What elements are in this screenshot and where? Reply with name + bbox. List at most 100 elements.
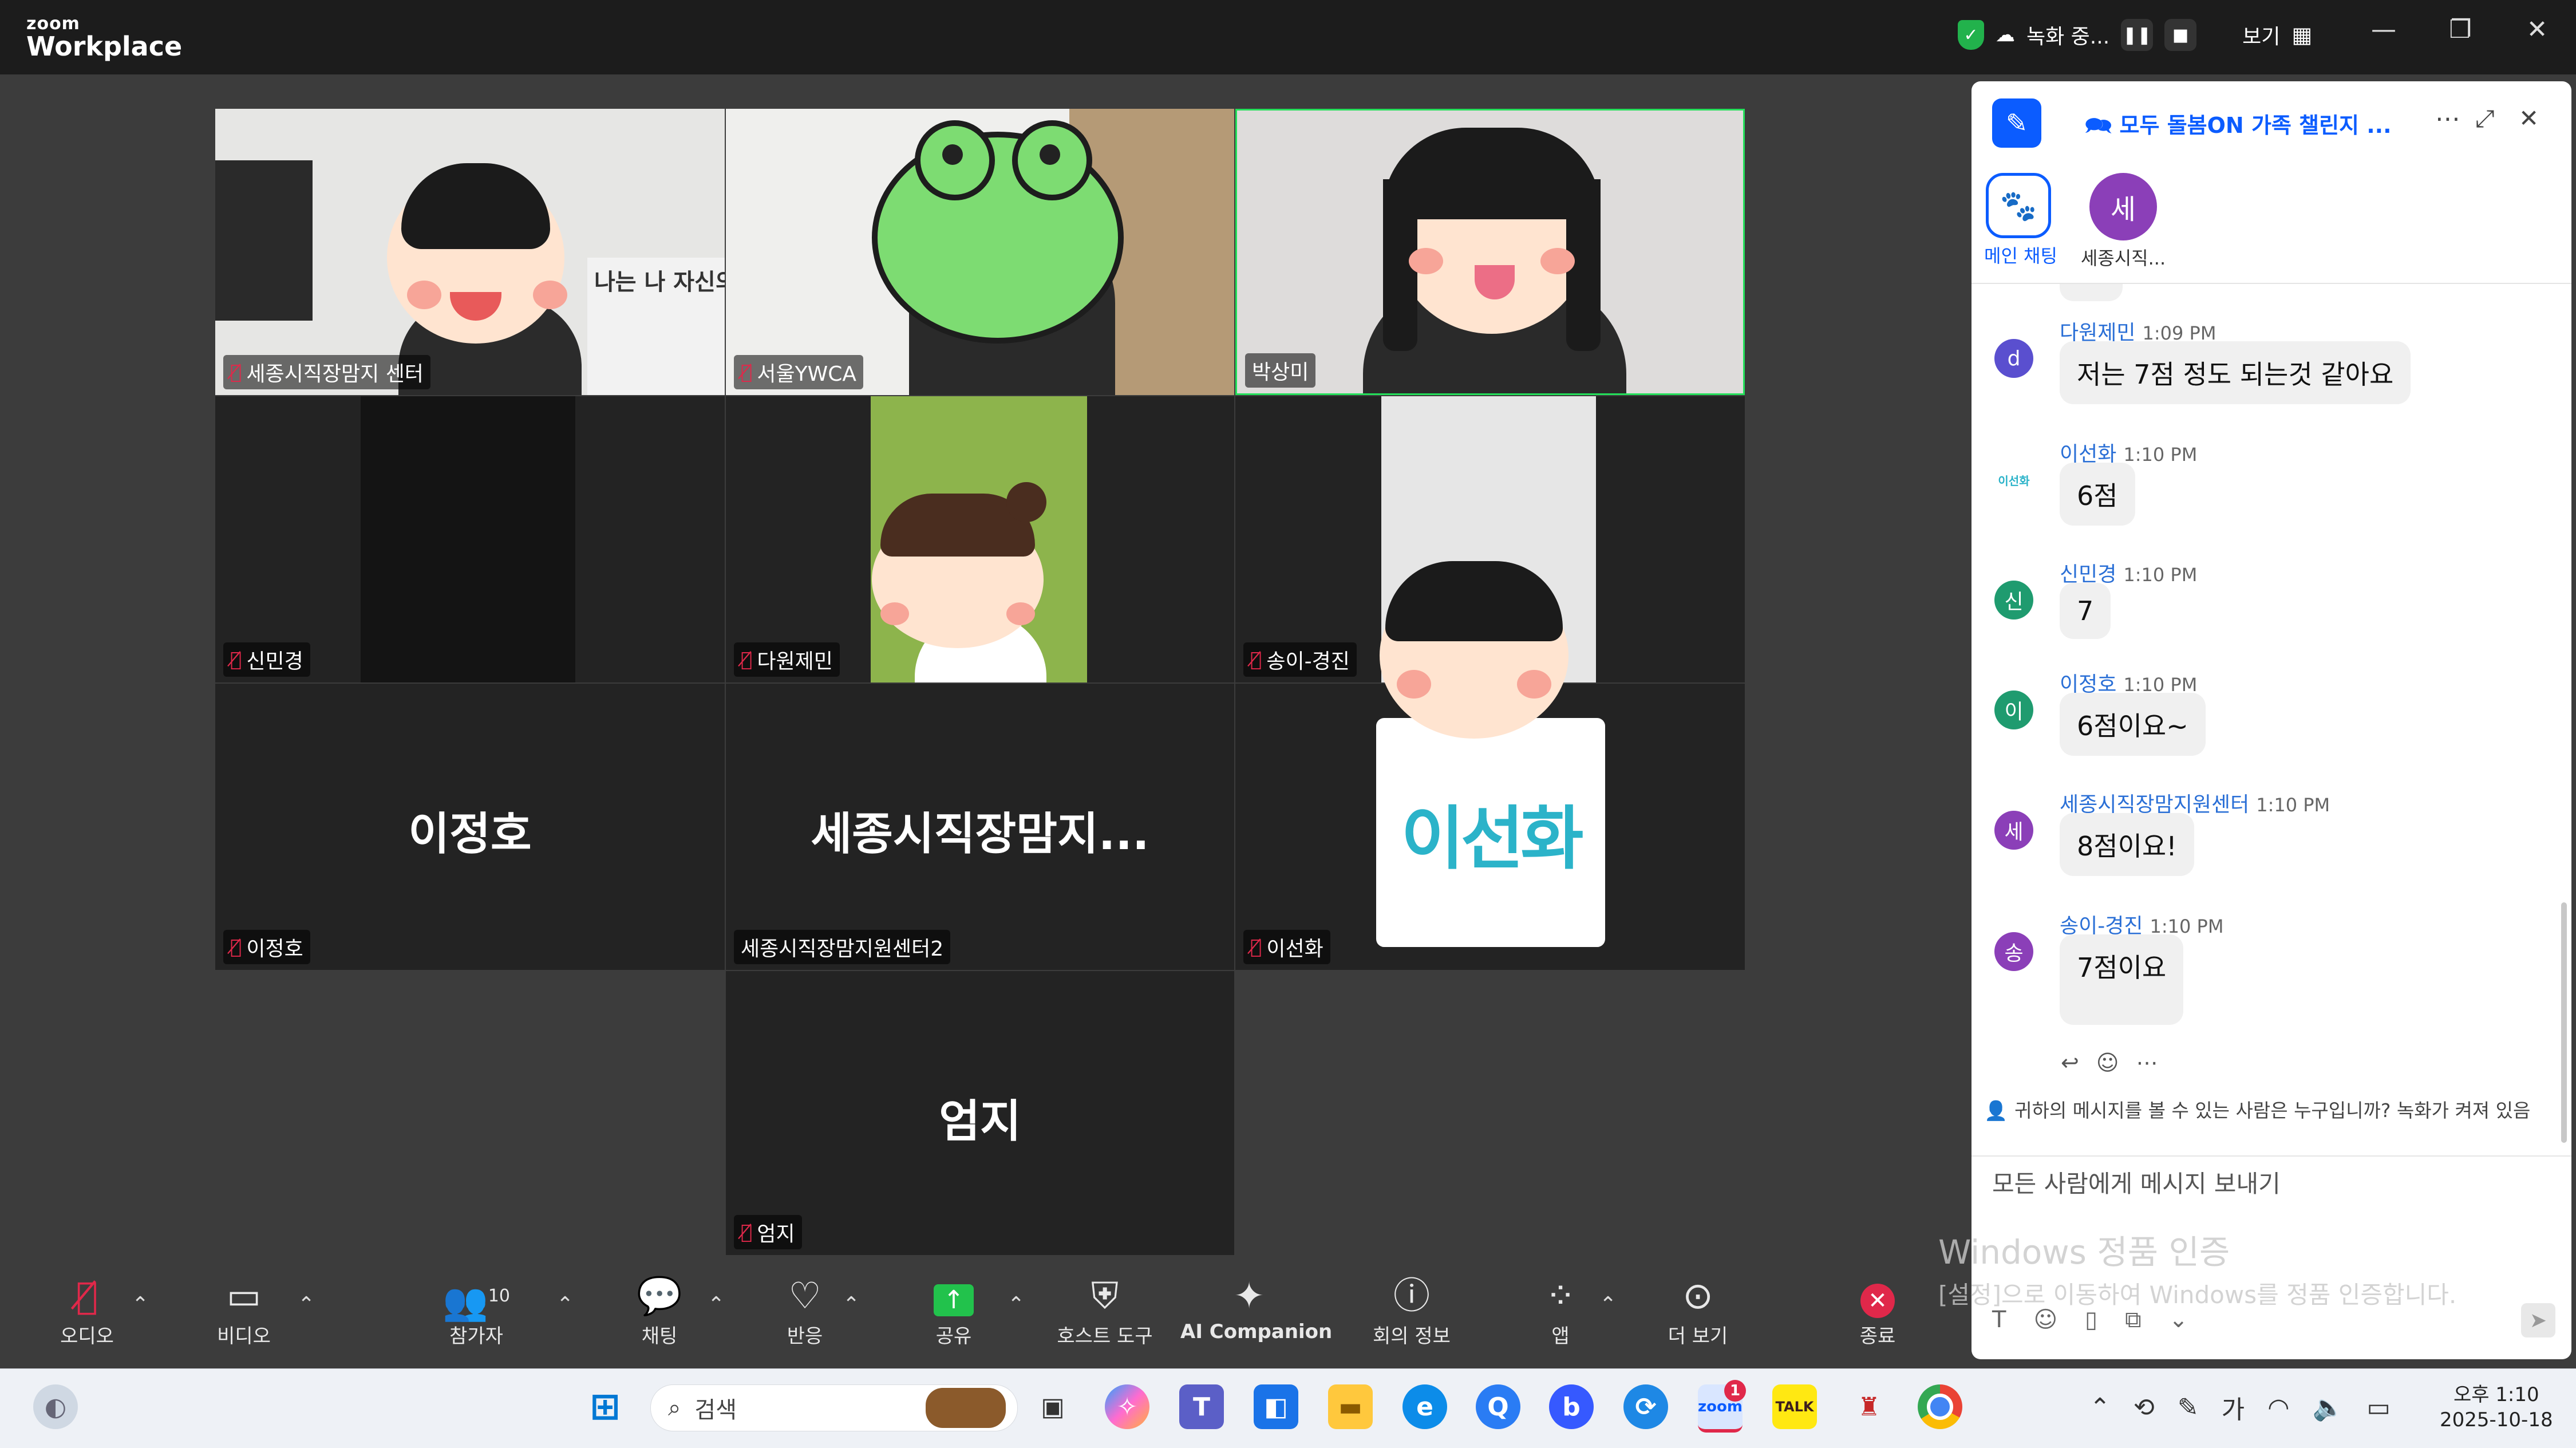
- mic-muted-icon: 🎙̸: [230, 648, 242, 671]
- chevron-up-icon[interactable]: ⌃: [843, 1293, 860, 1316]
- message-bubble[interactable]: 6점이요~: [2060, 693, 2206, 756]
- tab-group-chat[interactable]: 세 세종시직...: [2080, 173, 2166, 270]
- video-tile[interactable]: 엄지 🎙̸ 엄지: [726, 971, 1234, 1255]
- more-actions-icon[interactable]: ⋯: [2136, 1050, 2158, 1075]
- sync-icon[interactable]: ⟲: [2134, 1393, 2155, 1422]
- mic-muted-icon: 🎙̸: [230, 936, 242, 958]
- mic-muted-icon: 🎙̸: [1250, 936, 1262, 958]
- video-tile[interactable]: 세종시직장맘지... 세종시직장맘지원센터2: [726, 684, 1234, 970]
- avatar: 세: [1994, 811, 2033, 850]
- pop-out-icon[interactable]: ⤢: [2475, 104, 2495, 133]
- visibility-note[interactable]: 👤 귀하의 메시지를 볼 수 있는 사람은 누구입니까? 녹화가 켜져 있음: [1984, 1098, 2557, 1123]
- view-button[interactable]: 보기: [2242, 20, 2280, 50]
- end-meeting-button[interactable]: ✕ 종료: [1820, 1272, 1935, 1348]
- video-tile[interactable]: 🎙̸ 서울YWCA: [726, 109, 1234, 395]
- ai-companion-button[interactable]: ✦ AI Companion: [1180, 1272, 1332, 1343]
- title-bar: zoom Workplace ✓ ☁ 녹화 중... ❚❚ ■ 보기 ▦ — ❐…: [0, 0, 2576, 74]
- minimize-icon[interactable]: —: [2361, 15, 2407, 44]
- message-bubble[interactable]: 저는 7점 정도 되는것 같아요: [2060, 341, 2411, 404]
- more-options-icon[interactable]: ⋯: [2435, 104, 2460, 133]
- chat-button[interactable]: 💬 채팅: [602, 1272, 717, 1348]
- battery-icon[interactable]: ▭: [2366, 1393, 2391, 1422]
- video-grid: 나는 나 자신의 🎙̸ 세종시직장맘지 센터 🎙̸ 서울YWCA 박상미 🎙̸ 신민경: [0, 74, 1969, 1265]
- message-bubble[interactable]: 8점이요!: [2060, 813, 2194, 876]
- participant-name-label: 🎙̸ 이정호: [223, 930, 310, 964]
- close-chat-icon[interactable]: ✕: [2519, 104, 2539, 132]
- host-tools-button[interactable]: ⛨ 호스트 도구: [1048, 1272, 1162, 1348]
- chevron-up-icon[interactable]: ⌃: [708, 1293, 725, 1316]
- participant-name-label: 🎙̸ 이선화: [1243, 930, 1330, 964]
- more-button[interactable]: ⊙ 더 보기: [1641, 1272, 1755, 1348]
- camera-icon: ▭: [226, 1275, 262, 1317]
- system-tray: ⌃ ⟲ ✎ 가 ◠ 🔈 ▭: [2089, 1389, 2391, 1426]
- edge-icon[interactable]: e: [1402, 1384, 1447, 1429]
- mic-muted-icon: 🎙̸: [741, 361, 753, 384]
- windows-start-icon[interactable]: ⊞: [583, 1384, 627, 1429]
- weather-icon[interactable]: ◐: [33, 1384, 78, 1429]
- chevron-up-icon[interactable]: ⌃: [1008, 1293, 1025, 1316]
- participant-name-label: 🎙̸ 엄지: [734, 1215, 802, 1249]
- pen-icon[interactable]: ✎: [2178, 1393, 2199, 1422]
- restore-icon[interactable]: ❐: [2437, 15, 2483, 44]
- task-view-icon[interactable]: ▣: [1030, 1384, 1075, 1429]
- sync-app-icon[interactable]: ⟳: [1623, 1384, 1668, 1429]
- mic-muted-icon: 🎙̸: [741, 1221, 753, 1244]
- video-tile[interactable]: 이정호 🎙̸ 이정호: [215, 684, 725, 970]
- volume-icon[interactable]: 🔈: [2313, 1392, 2344, 1422]
- clock[interactable]: 오후 1:10 2025-10-18: [2440, 1382, 2553, 1433]
- wifi-icon[interactable]: ◠: [2267, 1393, 2289, 1422]
- meeting-info-button[interactable]: ⓘ 회의 정보: [1354, 1272, 1469, 1348]
- chevron-up-icon[interactable]: ⌃: [1599, 1293, 1617, 1316]
- participants-button[interactable]: 👥10 참가자: [419, 1272, 534, 1348]
- emoji-react-icon[interactable]: ☺: [2096, 1050, 2119, 1075]
- share-button[interactable]: ↑ 공유: [896, 1272, 1011, 1348]
- zoom-taskbar-icon[interactable]: zoom 1: [1698, 1380, 1746, 1433]
- compose-icon[interactable]: ✎: [1992, 98, 2041, 148]
- participant-name-label: 박상미: [1245, 353, 1316, 388]
- message-time: 1:10 PM: [2256, 794, 2330, 816]
- chevron-up-icon[interactable]: ⌃: [2089, 1393, 2111, 1422]
- message-bubble[interactable]: 7점이요: [2060, 934, 2184, 1025]
- teams-icon[interactable]: T: [1179, 1384, 1224, 1429]
- cloud-icon: ☁: [1996, 23, 2015, 46]
- video-tile[interactable]: 🎙̸ 신민경: [215, 396, 725, 682]
- close-window-icon[interactable]: ✕: [2514, 15, 2560, 44]
- send-icon[interactable]: ➤: [2521, 1303, 2555, 1337]
- participant-avatar-overlay: [1362, 538, 1603, 744]
- video-tile[interactable]: 🎙̸ 다원제민: [726, 396, 1234, 682]
- blue-app-icon[interactable]: b: [1549, 1384, 1594, 1429]
- stop-recording-button[interactable]: ■: [2164, 19, 2197, 51]
- store-icon[interactable]: ◧: [1254, 1384, 1298, 1429]
- video-tile[interactable]: 나는 나 자신의 🎙̸ 세종시직장맘지 센터: [215, 109, 725, 395]
- scrollbar[interactable]: [2561, 902, 2567, 1143]
- video-tile-active-speaker[interactable]: 박상미: [1235, 109, 1745, 395]
- chat-input[interactable]: 모든 사람에게 메시지 보내기: [1992, 1165, 2281, 1200]
- chevron-up-icon[interactable]: ⌃: [556, 1293, 574, 1316]
- kakaotalk-icon[interactable]: TALK: [1772, 1384, 1817, 1429]
- app-title: Workplace: [26, 31, 183, 62]
- grid-view-icon[interactable]: ▦: [2291, 22, 2312, 48]
- chat-title[interactable]: 🗪 모두 돌봄ON 가족 챌린지 ...: [2085, 108, 2392, 147]
- message-bubble[interactable]: 6점: [2060, 463, 2135, 526]
- message-bubble[interactable]: 7: [2060, 583, 2111, 639]
- audio-button[interactable]: 🎙̸ 오디오: [30, 1272, 144, 1348]
- copilot-icon[interactable]: ✧: [1105, 1384, 1149, 1429]
- reply-icon[interactable]: ↩: [2061, 1050, 2079, 1075]
- mic-muted-icon: 🎙̸: [1250, 648, 1262, 671]
- chevron-up-icon[interactable]: ⌃: [132, 1293, 149, 1316]
- browser-search-icon[interactable]: Q: [1476, 1384, 1520, 1429]
- video-button[interactable]: ▭ 비디오: [187, 1272, 301, 1348]
- participant-name-label: 🎙̸ 송이-경진: [1243, 642, 1357, 677]
- red-app-icon[interactable]: ♜: [1847, 1384, 1891, 1429]
- message-time: 1:10 PM: [2123, 564, 2198, 586]
- chrome-icon[interactable]: [1918, 1384, 1962, 1429]
- tab-main-chat[interactable]: 🐾 메인 채팅: [1984, 173, 2057, 268]
- chevron-up-icon[interactable]: ⌃: [298, 1293, 315, 1316]
- file-explorer-icon[interactable]: ▬: [1328, 1384, 1373, 1429]
- participant-name-card: 이선화: [1376, 718, 1605, 947]
- security-shield-icon[interactable]: ✓: [1958, 20, 1984, 50]
- taskbar-search[interactable]: ⌕ 검색: [650, 1384, 1018, 1431]
- pause-recording-button[interactable]: ❚❚: [2121, 19, 2154, 51]
- ime-indicator[interactable]: 가: [2222, 1389, 2245, 1426]
- participant-name-label: 🎙̸ 세종시직장맘지 센터: [223, 355, 430, 389]
